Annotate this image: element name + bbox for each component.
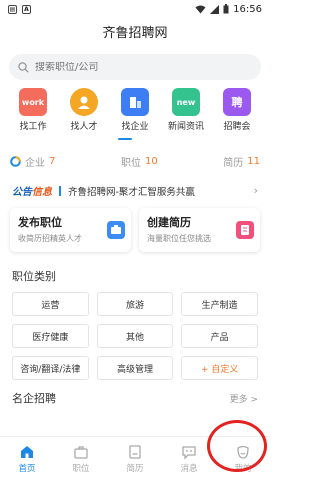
chat-icon — [182, 445, 196, 460]
famous-companies-header: 名企招聘 更多 > — [0, 390, 270, 406]
category-item[interactable]: 产品 — [181, 324, 258, 348]
notification-icon: ▤ — [8, 4, 17, 14]
create-resume-card[interactable]: 创建简历 海量职位任您挑选 — [139, 208, 260, 252]
tab-label: 职位 — [72, 463, 90, 474]
status-left: ▤ A — [8, 4, 31, 14]
tab-home[interactable]: 首页 — [0, 437, 54, 480]
tab-label: 我的 — [234, 463, 252, 474]
news-icon: new — [172, 88, 200, 116]
category-item[interactable]: 医疗健康 — [12, 324, 89, 348]
nav-label: 找人才 — [70, 122, 98, 132]
job-fair-icon: 聘 — [223, 88, 251, 116]
stat-resumes[interactable]: 简历 11 — [223, 154, 260, 169]
chevron-right-icon: › — [253, 184, 258, 197]
category-item[interactable]: 高级管理 — [96, 356, 174, 380]
tab-jobs[interactable]: 职位 — [54, 437, 108, 480]
nav-label: 新闻资讯 — [167, 122, 204, 132]
category-item[interactable]: 生产制造 — [181, 292, 258, 316]
category-item[interactable]: 旅游 — [96, 292, 174, 316]
nav-label: 招聘会 — [223, 122, 251, 132]
signal-icon — [210, 4, 220, 14]
announcement-logo: 公告信息 — [12, 187, 52, 198]
stat-label: 职位 — [120, 158, 141, 169]
notice-bar-icon — [59, 185, 61, 196]
announcement-text: 齐鲁招聘网-聚才汇智服务共赢 — [68, 186, 195, 198]
tab-profile[interactable]: 我的 — [216, 437, 270, 480]
stat-value: 11 — [247, 156, 260, 167]
job-categories-title: 职位类别 — [12, 270, 56, 283]
nav-find-company[interactable]: 找企业 — [112, 88, 158, 132]
nav-label: 找工作 — [19, 122, 47, 132]
battery-icon — [223, 4, 229, 14]
search-input[interactable] — [35, 61, 235, 73]
building-icon — [121, 88, 149, 116]
bottom-tab-bar: 首页 职位 简历 消息 我的 — [0, 436, 270, 480]
category-item[interactable]: 运营 — [12, 292, 89, 316]
custom-category-button[interactable]: + 自定义 — [181, 356, 258, 380]
tab-resume[interactable]: 简历 — [108, 437, 162, 480]
briefcase-icon — [74, 445, 88, 459]
famous-companies-title: 名企招聘 — [12, 392, 56, 405]
work-icon: work — [19, 88, 47, 116]
main-nav: work 找工作 找人才 找企业 new 新闻资讯 聘 招聘会 — [0, 88, 270, 132]
announcement-bar[interactable]: 公告信息 齐鲁招聘网-聚才汇智服务共赢 › — [0, 183, 270, 198]
nav-news[interactable]: new 新闻资讯 — [163, 88, 209, 132]
document-icon — [129, 444, 141, 459]
tab-label: 消息 — [180, 463, 198, 474]
action-cards: 发布职位 收简历招精英人才 创建简历 海量职位任您挑选 — [0, 208, 270, 252]
tab-label: 简历 — [126, 463, 144, 474]
more-link[interactable]: 更多 > — [230, 392, 258, 405]
wifi-icon — [195, 5, 206, 13]
stat-label: 简历 — [223, 158, 244, 169]
resume-icon — [236, 221, 254, 239]
nav-label: 找企业 — [121, 122, 149, 132]
profile-icon — [237, 445, 249, 459]
stat-label: 企业 — [25, 158, 45, 169]
stats-row: 企业 7 职位 10 简历 11 — [0, 154, 270, 169]
person-icon — [70, 88, 98, 116]
job-categories-grid: 运营 旅游 生产制造 医疗健康 其他 产品 咨询/翻译/法律 高级管理 + 自定… — [0, 292, 270, 380]
search-bar[interactable] — [9, 54, 261, 80]
app-notification-icon: A — [22, 4, 31, 14]
stat-value: 7 — [49, 156, 56, 167]
tab-label: 首页 — [18, 463, 36, 474]
tab-messages[interactable]: 消息 — [162, 437, 216, 480]
home-icon — [21, 445, 33, 458]
nav-find-job[interactable]: work 找工作 — [10, 88, 56, 132]
nav-job-fair[interactable]: 聘 招聘会 — [214, 88, 260, 132]
category-item[interactable]: 咨询/翻译/法律 — [12, 356, 89, 380]
search-icon — [18, 61, 29, 73]
status-bar: ▤ A 16:56 — [0, 0, 270, 18]
stat-companies[interactable]: 企业 7 — [10, 154, 55, 169]
category-item[interactable]: 其他 — [96, 324, 174, 348]
post-job-card[interactable]: 发布职位 收简历招精英人才 — [10, 208, 131, 252]
stat-value: 10 — [144, 156, 158, 167]
status-right: 16:56 — [195, 4, 262, 15]
pie-icon — [10, 156, 21, 167]
stat-jobs[interactable]: 职位 10 — [121, 154, 158, 169]
nav-indicator — [118, 138, 132, 140]
clock: 16:56 — [233, 3, 262, 15]
page-title: 齐鲁招聘网 — [102, 26, 168, 41]
briefcase-icon — [107, 221, 125, 239]
nav-find-talent[interactable]: 找人才 — [61, 88, 107, 132]
